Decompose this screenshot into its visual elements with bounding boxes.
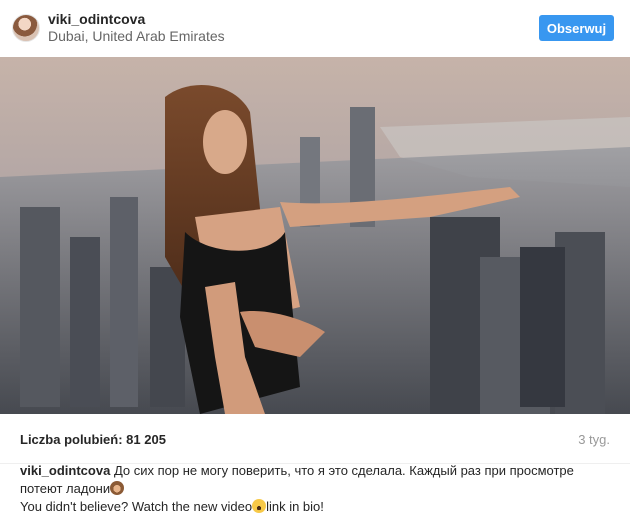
caption: viki_odintcova До сих пор не могу повери…: [20, 462, 618, 516]
screaming-face-icon: [252, 499, 267, 513]
post-timestamp[interactable]: 3 tyg.: [578, 432, 610, 447]
avatar[interactable]: [12, 14, 40, 42]
photo-image: [0, 57, 630, 414]
likes-count[interactable]: Liczba polubień: 81 205: [20, 432, 166, 447]
post-photo[interactable]: [0, 57, 630, 414]
caption-username[interactable]: viki_odintcova: [20, 463, 110, 478]
see-no-evil-monkey-icon: [110, 481, 125, 495]
caption-text-en-prefix: You didn't believe? Watch the new video: [20, 499, 253, 514]
location-link[interactable]: Dubai, United Arab Emirates: [48, 28, 225, 44]
caption-text-en-suffix: link in bio!: [266, 499, 324, 514]
follow-button[interactable]: Obserwuj: [539, 15, 614, 41]
username-link[interactable]: viki_odintcova: [48, 11, 145, 27]
post-header: viki_odintcova Dubai, United Arab Emirat…: [0, 0, 630, 56]
likes-row: Liczba polubień: 81 205 3 tyg.: [0, 414, 630, 464]
